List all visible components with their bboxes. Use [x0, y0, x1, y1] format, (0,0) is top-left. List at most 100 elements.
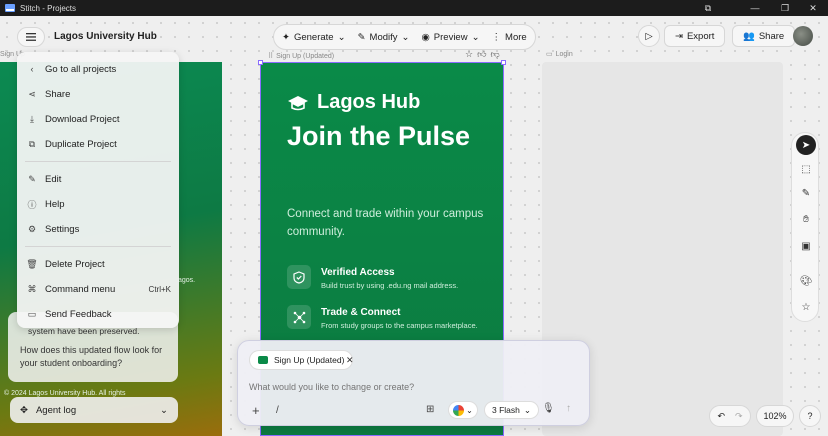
more-button[interactable]: ⋮ More	[492, 32, 527, 43]
people-icon: 👥	[743, 30, 755, 42]
menu-item-feedback[interactable]: ▭ Send Feedback	[27, 305, 171, 323]
menu-item-help[interactable]: ⓘ Help	[27, 195, 171, 213]
palette-icon[interactable]: 🎨︎	[796, 271, 816, 291]
menu-divider	[25, 246, 171, 247]
window-title: Stitch - Projects	[20, 3, 77, 13]
more-label: More	[505, 31, 527, 43]
resize-handle[interactable]	[258, 60, 263, 65]
toolbar-group: ✦ Generate ⌄ ✎ Modify ⌄ ◉ Preview ⌄ ⋮ More	[273, 24, 536, 50]
share-button[interactable]: 👥 Share	[732, 25, 796, 47]
chevron-down-icon: ⌄	[466, 405, 473, 415]
eye-icon: ◉	[421, 31, 430, 43]
feature-title: Trade & Connect	[321, 307, 401, 318]
maximize-button[interactable]: ❐	[770, 0, 800, 16]
menu-item-label: Help	[45, 198, 65, 210]
sparkle-icon: ✦	[282, 31, 290, 43]
menu-item-all-projects[interactable]: ‹ Go to all projects	[27, 60, 171, 78]
chevron-left-icon: ‹	[30, 64, 34, 74]
remove-chip-icon[interactable]: ✕	[346, 355, 354, 366]
frame-label-login[interactable]: ▭ Login	[546, 50, 573, 59]
slash-command-button[interactable]: /	[276, 405, 279, 416]
star-icon[interactable]: ☆	[796, 297, 816, 317]
frame-label-signup-updated[interactable]: ⠿ Sign Up (Updated)	[268, 52, 334, 61]
screen-thumbnail-icon	[258, 356, 268, 364]
play-button[interactable]: ▷	[638, 25, 660, 47]
menu-item-delete[interactable]: 🗑︎ Delete Project	[26, 255, 171, 273]
menu-item-settings[interactable]: ⚙ Settings	[27, 220, 171, 238]
preview-button[interactable]: ◉ Preview ⌄	[421, 32, 479, 43]
feature-desc: Build trust by using .edu.ng mail addres…	[321, 281, 459, 290]
left-frame-text: agos.	[178, 277, 196, 284]
image-icon[interactable]: ▣	[796, 236, 816, 256]
canvas-toolbar: ➤ ⬚ ✎ ✋︎ ▣ 🎨︎ ☆	[791, 132, 819, 322]
frame-feedback-icons: ☆ 👍︎ 👎︎	[465, 49, 500, 60]
context-chip-label: Sign Up (Updated)	[274, 355, 345, 365]
prompt-input[interactable]	[249, 382, 569, 392]
frame-icon: ⠿	[268, 53, 274, 60]
hamburger-icon	[26, 33, 36, 41]
share-label: Share	[758, 30, 785, 42]
menu-item-command[interactable]: ⌘ Command menu Ctrl+K	[27, 280, 172, 298]
subtitle: Connect and trade within your campus com…	[287, 208, 484, 238]
thumbs-up-icon[interactable]: 👍︎	[477, 49, 486, 60]
menu-item-share[interactable]: ⋖ Share	[27, 85, 171, 103]
chevron-down-icon: ⌄	[401, 31, 410, 43]
send-icon[interactable]: ↑	[566, 403, 571, 414]
brand-name: Lagos Hub	[317, 91, 421, 113]
prompt-box: Sign Up (Updated) ✕ + / ⊞ ⌄ 3 Flash⌄ 🎙︎ …	[237, 340, 590, 426]
pencil-icon[interactable]: ✎	[796, 183, 816, 203]
feature-trade: Trade & Connect From study groups to the …	[287, 305, 481, 331]
thumbs-down-icon[interactable]: 👎︎	[490, 49, 499, 60]
close-button[interactable]: ✕	[798, 0, 828, 16]
model-icon-selector[interactable]: ⌄	[448, 401, 478, 419]
hand-icon[interactable]: ✋︎	[796, 209, 816, 229]
trash-icon: 🗑︎	[26, 258, 38, 269]
help-button[interactable]: ?	[799, 405, 821, 427]
model-selector[interactable]: 3 Flash ⌄	[484, 401, 539, 419]
network-icon	[287, 305, 311, 329]
menu-item-label: Command menu	[45, 283, 116, 295]
modify-button[interactable]: ✎ Modify ⌄	[358, 32, 410, 43]
gemini-icon	[453, 404, 465, 416]
menu-item-label: Go to all projects	[45, 63, 117, 75]
window-extension-icon[interactable]: ⧉	[693, 0, 723, 16]
select-tool-icon[interactable]: ➤	[796, 135, 816, 155]
redo-icon[interactable]: ↷	[735, 411, 743, 422]
export-icon: ⇥	[675, 30, 683, 42]
generate-button[interactable]: ✦ Generate ⌄	[282, 32, 346, 43]
chevron-down-icon: ⌄	[523, 404, 531, 415]
image-upload-icon[interactable]: ⊞	[426, 404, 434, 415]
shortcut-label: Ctrl+K	[148, 284, 171, 294]
settings-icon: ⚙	[27, 223, 37, 234]
agent-log-toggle[interactable]: ✥ Agent log ⌄	[10, 397, 178, 423]
chat-message: How does this updated flow look for your…	[20, 345, 163, 368]
menu-item-label: Delete Project	[45, 258, 105, 270]
star-icon[interactable]: ☆	[465, 49, 473, 60]
voice-icon[interactable]: 🎙︎	[542, 403, 555, 414]
export-label: Export	[686, 30, 715, 42]
resize-handle[interactable]	[501, 60, 506, 65]
avatar[interactable]	[793, 26, 813, 46]
menu-item-edit[interactable]: ✎ Edit	[27, 170, 171, 188]
feature-desc: From study groups to the campus marketpl…	[321, 321, 478, 330]
project-menu-button[interactable]	[17, 27, 45, 47]
zoom-level[interactable]: 102%	[756, 405, 794, 427]
export-button[interactable]: ⇥ Export	[664, 25, 726, 47]
menu-divider	[25, 161, 171, 162]
help-icon: ?	[807, 411, 813, 421]
feature-verified: Verified Access Build trust by using .edu…	[287, 265, 481, 291]
minimize-button[interactable]: —	[740, 0, 770, 16]
headline: Join the Pulse	[287, 121, 471, 151]
context-chip[interactable]: Sign Up (Updated)	[249, 350, 354, 370]
download-icon: ⤓	[30, 113, 34, 124]
command-icon: ⌘	[27, 283, 37, 294]
menu-item-duplicate[interactable]: ⧉ Duplicate Project	[27, 135, 171, 153]
frame-label-login-text: Login	[555, 50, 573, 58]
undo-icon[interactable]: ↶	[717, 411, 725, 422]
marquee-select-icon[interactable]: ⬚	[796, 159, 816, 179]
menu-item-download[interactable]: ⤓ Download Project	[27, 110, 171, 128]
left-frame-footer: © 2024 Lagos University Hub. All rights	[4, 390, 126, 397]
menu-item-label: Send Feedback	[45, 308, 112, 320]
menu-item-label: Download Project	[45, 113, 120, 125]
add-icon[interactable]: +	[252, 403, 260, 418]
